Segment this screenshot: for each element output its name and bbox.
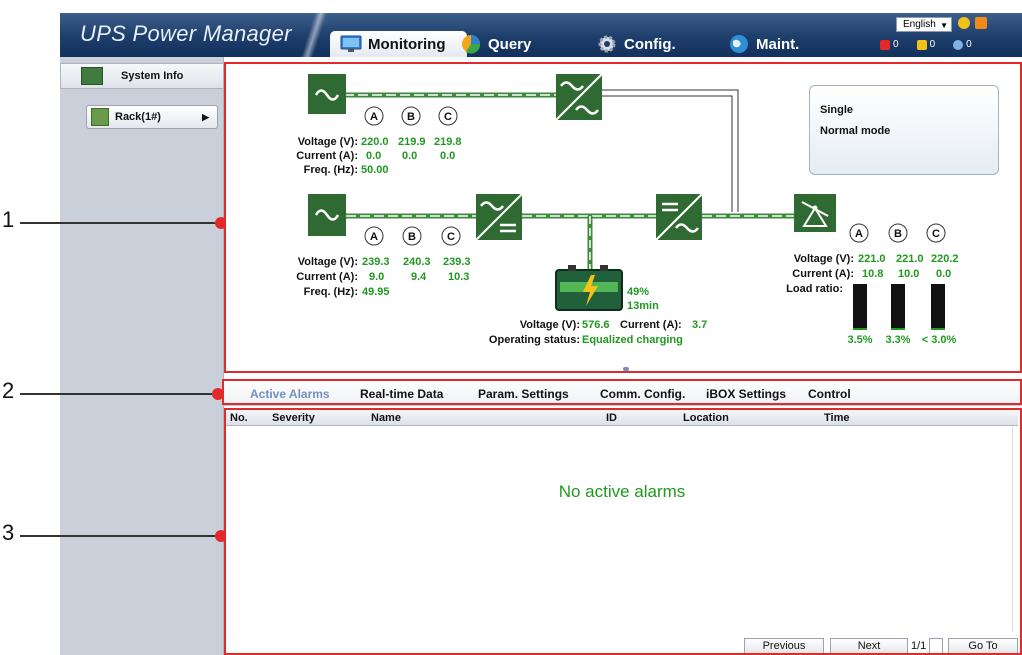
region-outline-2 [222,379,1022,405]
chevron-down-icon: ▼ [940,21,948,30]
rack-label: Rack(1#) [115,111,161,123]
tab-maint[interactable]: Maint. [728,31,799,57]
app-header: UPS Power Manager Monitoring Query Confi… [60,13,1022,57]
major-alarm-value: 0 [929,39,936,50]
logout-icon[interactable] [975,17,987,29]
globe-icon [730,35,748,53]
system-info-label: System Info [121,70,184,82]
region-outline-1 [224,62,1022,373]
monitor-icon [340,35,362,52]
callout-line-3 [20,535,220,537]
tab-monitoring[interactable]: Monitoring [330,31,468,57]
callout-number-3: 3 [2,520,15,545]
tab-config[interactable]: Config. [596,31,676,57]
system-info-icon [81,67,103,85]
minor-alarm-count[interactable]: 0 [953,39,972,50]
language-value: English [903,19,936,30]
tab-query[interactable]: Query [460,31,531,57]
system-info-button[interactable]: System Info [60,63,224,89]
pie-chart-icon [462,35,481,54]
tab-config-label: Config. [624,35,676,53]
language-select[interactable]: English ▼ [896,17,952,32]
gear-icon [598,35,616,53]
rack-icon [91,108,109,126]
sidebar: System Info Rack(1#) ▶ [60,57,224,655]
rack-selector[interactable]: Rack(1#) ▶ [86,105,218,129]
callout-line-2 [20,393,218,395]
tab-monitoring-label: Monitoring [368,35,446,53]
minor-alarm-icon [953,39,964,50]
app-title: UPS Power Manager [80,21,292,46]
major-alarm-count[interactable]: 0 [916,39,936,50]
help-icon[interactable] [958,17,970,29]
critical-alarm-icon [880,39,890,50]
chevron-right-icon: ▶ [202,111,209,122]
alarm-counters: 0 0 0 [880,39,972,50]
callout-number-2: 2 [2,378,15,403]
callout-line-1 [20,222,220,224]
major-alarm-icon [916,39,927,50]
critical-alarm-value: 0 [893,39,899,50]
tab-maint-label: Maint. [756,35,800,53]
critical-alarm-count[interactable]: 0 [880,39,899,50]
region-outline-3 [224,408,1022,655]
minor-alarm-value: 0 [966,39,972,50]
top-utility-icons [958,17,987,29]
tab-query-label: Query [488,35,532,53]
callout-number-1: 1 [2,207,15,232]
header-divider [300,13,328,57]
